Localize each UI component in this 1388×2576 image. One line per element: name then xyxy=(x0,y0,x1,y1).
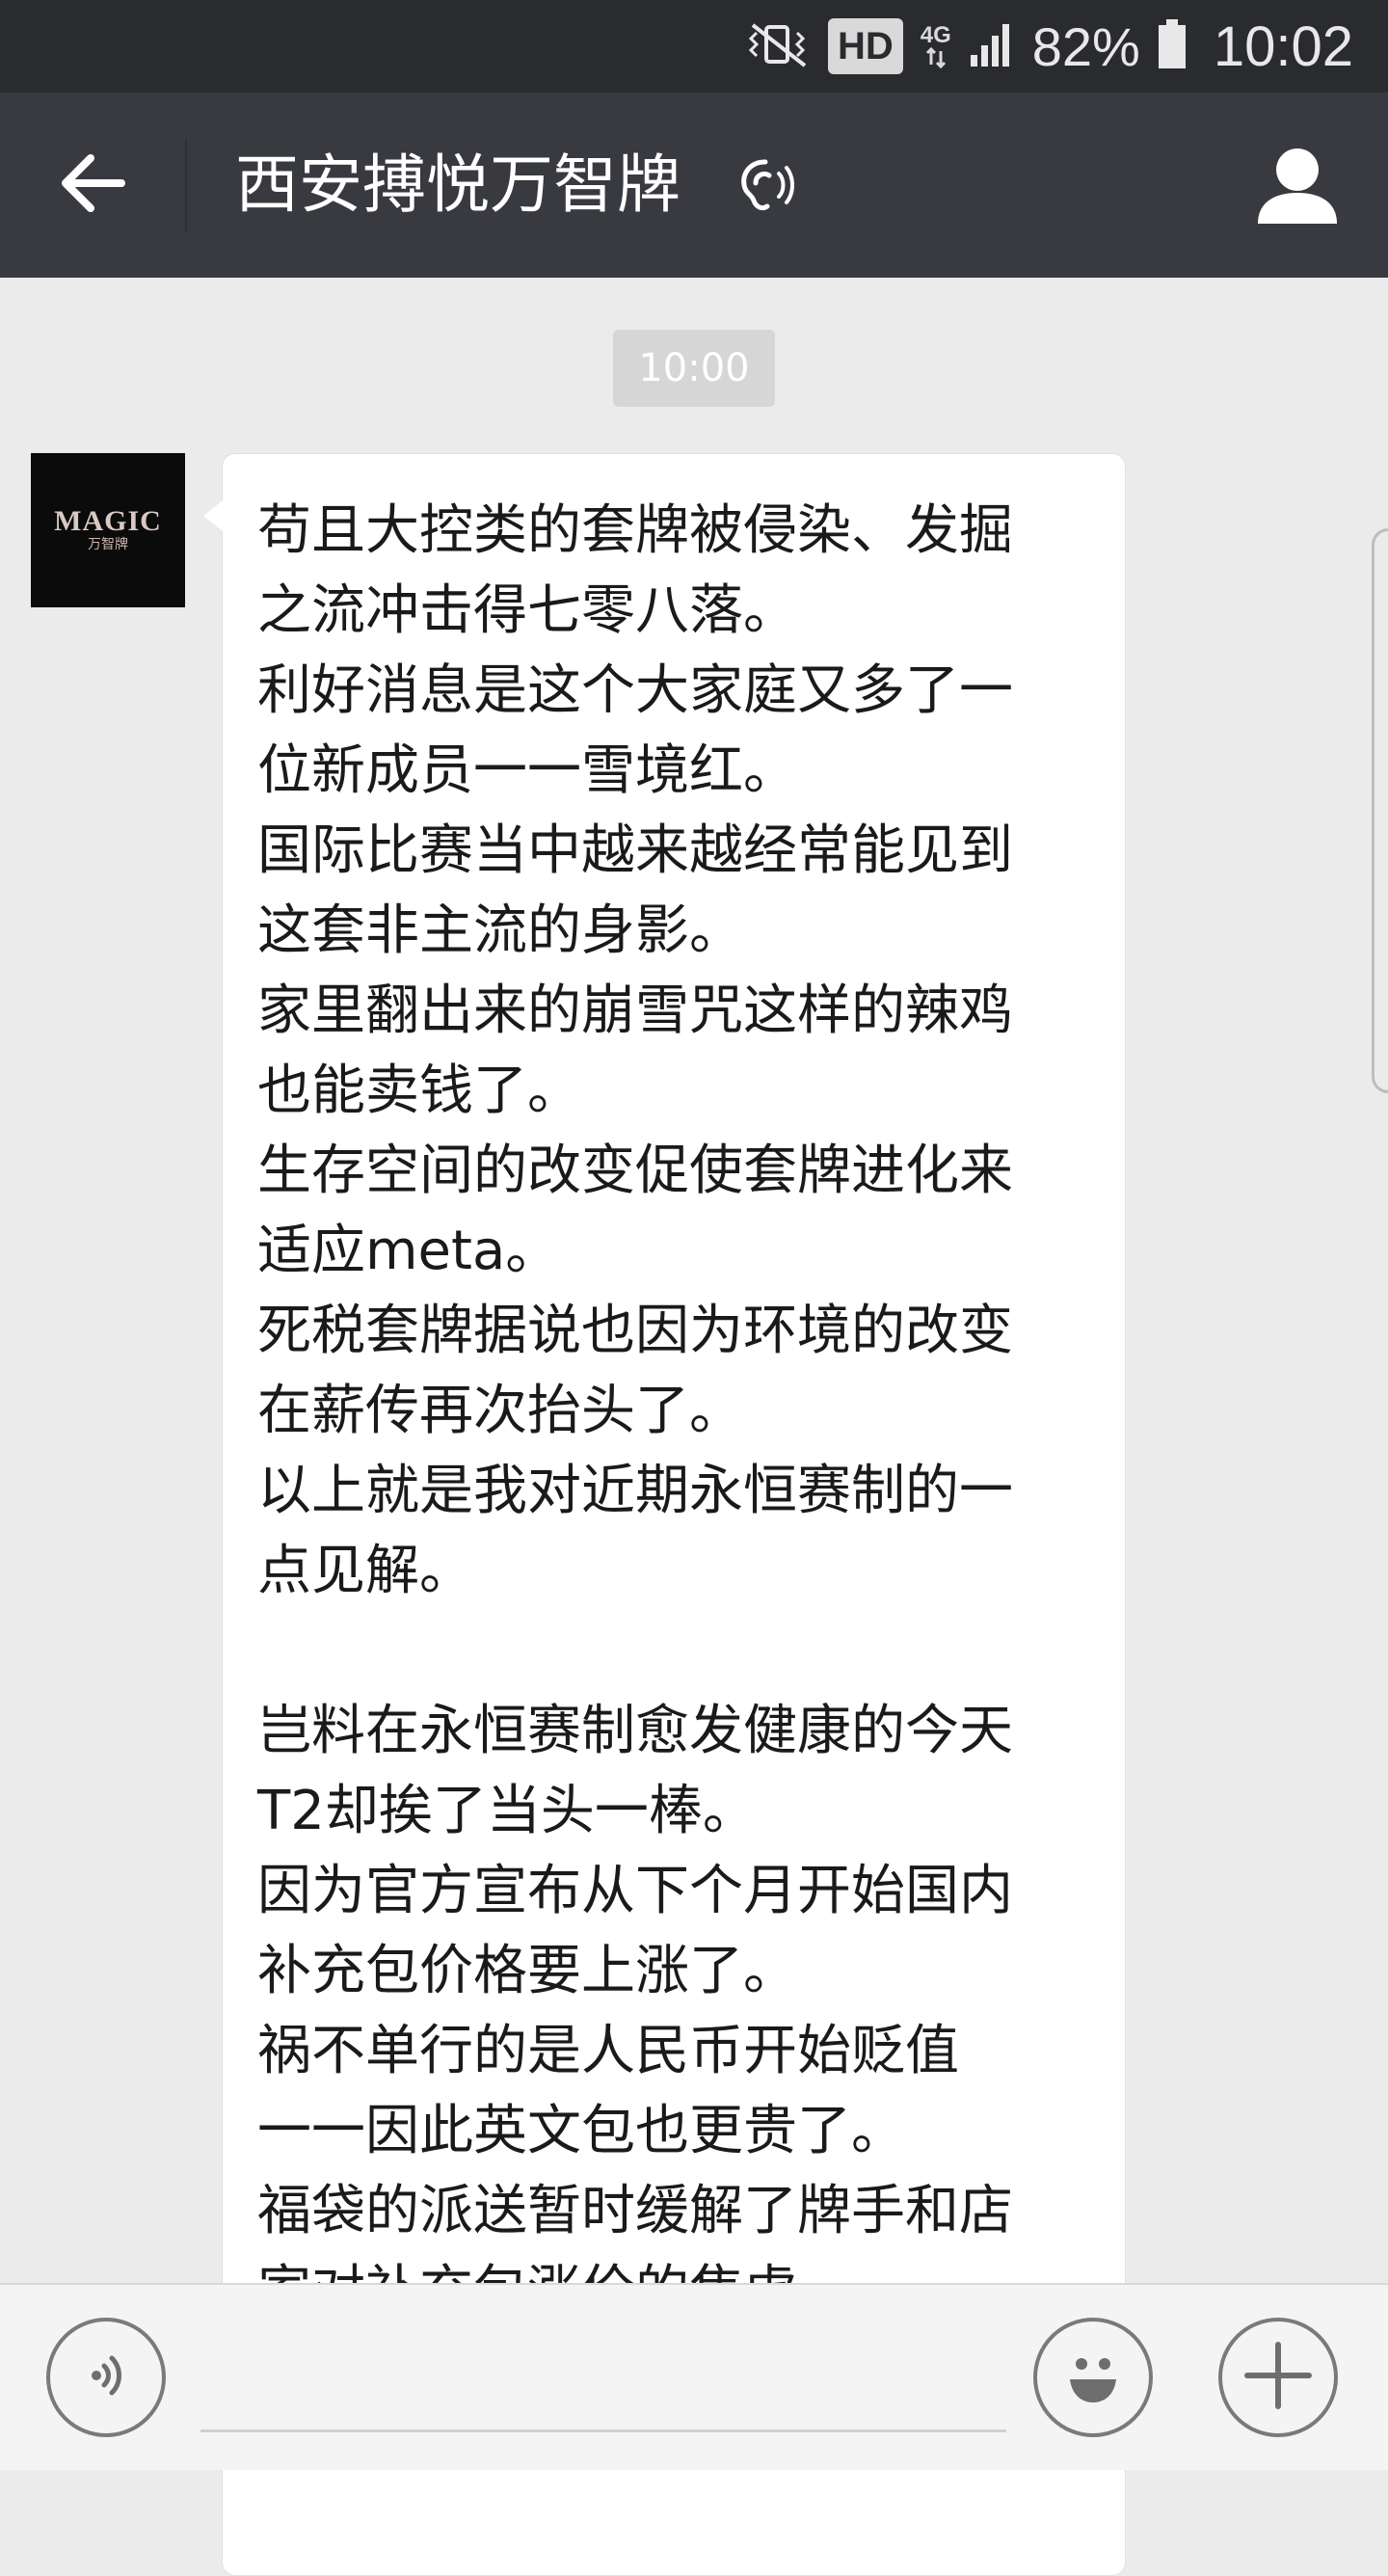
avatar[interactable]: MAGIC 万智牌 xyxy=(31,453,185,607)
message-line: 补充包价格要上涨了。 xyxy=(257,1940,797,2002)
scroll-indicator[interactable] xyxy=(1372,528,1388,1093)
message-line: 位新成员一一雪境红。 xyxy=(257,739,797,802)
status-icons: HD 4G 82% 10:02 xyxy=(747,0,1353,93)
message-line: 家里翻出来的崩雪咒这样的辣鸡 xyxy=(257,979,1013,1042)
message-line: 这套非主流的身影。 xyxy=(257,899,743,962)
voice-input-icon xyxy=(77,2347,135,2408)
network-label: 4G xyxy=(920,22,951,48)
emoji-button[interactable] xyxy=(1033,2318,1153,2437)
earpiece-mode-icon xyxy=(733,154,800,220)
chat-header: 西安搏悦万智牌 xyxy=(0,93,1388,278)
voice-button[interactable] xyxy=(46,2318,166,2437)
message-line: 之流冲击得七零八落。 xyxy=(257,579,797,642)
message-line: 生存空间的改变促使套牌进化来 xyxy=(257,1140,1013,1202)
message-line: 国际比赛当中越来越经常能见到 xyxy=(257,819,1013,882)
person-icon xyxy=(1254,145,1341,229)
battery-icon xyxy=(1158,18,1187,74)
message-line: 也能卖钱了。 xyxy=(257,1060,581,1122)
message-line: 在薪传再次抬头了。 xyxy=(257,1380,743,1442)
message-line: 福袋的派送暂时缓解了牌手和店 xyxy=(257,2180,1013,2242)
hd-badge: HD xyxy=(827,18,903,74)
message-line: 适应meta。 xyxy=(257,1220,560,1282)
chat-info-button[interactable] xyxy=(1245,135,1349,239)
network-4g-icon: 4G xyxy=(921,24,951,68)
message-line: 岂料在永恒赛制愈发健康的今天 xyxy=(257,1700,1013,1762)
message-line: 利好消息是这个大家庭又多了一 xyxy=(257,659,1013,722)
chat-title[interactable]: 西安搏悦万智牌 xyxy=(235,93,681,278)
message-line: 以上就是我对近期永恒赛制的一 xyxy=(257,1460,1013,1522)
message-line: 苟且大控类的套牌被侵染、发掘 xyxy=(257,499,1013,562)
back-arrow-icon xyxy=(58,152,127,218)
message-line: 点见解。 xyxy=(257,1540,473,1602)
status-bar: HD 4G 82% 10:02 xyxy=(0,0,1388,93)
avatar-sub-text: 万智牌 xyxy=(88,537,128,552)
plus-icon xyxy=(1241,2339,1315,2416)
signal-icon xyxy=(969,20,1015,73)
message-line: 祸不单行的是人民币开始贬值 xyxy=(257,2020,959,2082)
input-bar xyxy=(0,2283,1388,2470)
avatar-logo-text: MAGIC xyxy=(54,505,162,537)
more-button[interactable] xyxy=(1218,2318,1338,2437)
message-line xyxy=(257,1611,1106,1691)
vibrate-mute-icon xyxy=(747,19,811,74)
message-line: 因为官方宣布从下个月开始国内 xyxy=(257,1860,1013,1922)
message-bubble[interactable]: 苟且大控类的套牌被侵染、发掘 之流冲击得七零八落。利好消息是这个大家庭又多了一 位新… xyxy=(203,453,1126,2576)
emoji-icon xyxy=(1053,2335,1134,2420)
message-text: 苟且大控类的套牌被侵染、发掘 之流冲击得七零八落。利好消息是这个大家庭又多了一 位新… xyxy=(257,491,1106,2331)
back-button[interactable] xyxy=(39,131,147,239)
message-line: T2却挨了当头一棒。 xyxy=(257,1780,757,1842)
title-divider xyxy=(185,139,187,231)
message-line: 一一因此英文包也更贵了。 xyxy=(257,2100,905,2162)
status-clock: 10:02 xyxy=(1213,14,1353,78)
message-line: 死税套牌据说也因为环境的改变 xyxy=(257,1300,1013,1362)
battery-percent: 82% xyxy=(1031,15,1140,77)
message-input[interactable] xyxy=(200,2335,1006,2432)
message-timestamp: 10:00 xyxy=(613,330,775,407)
